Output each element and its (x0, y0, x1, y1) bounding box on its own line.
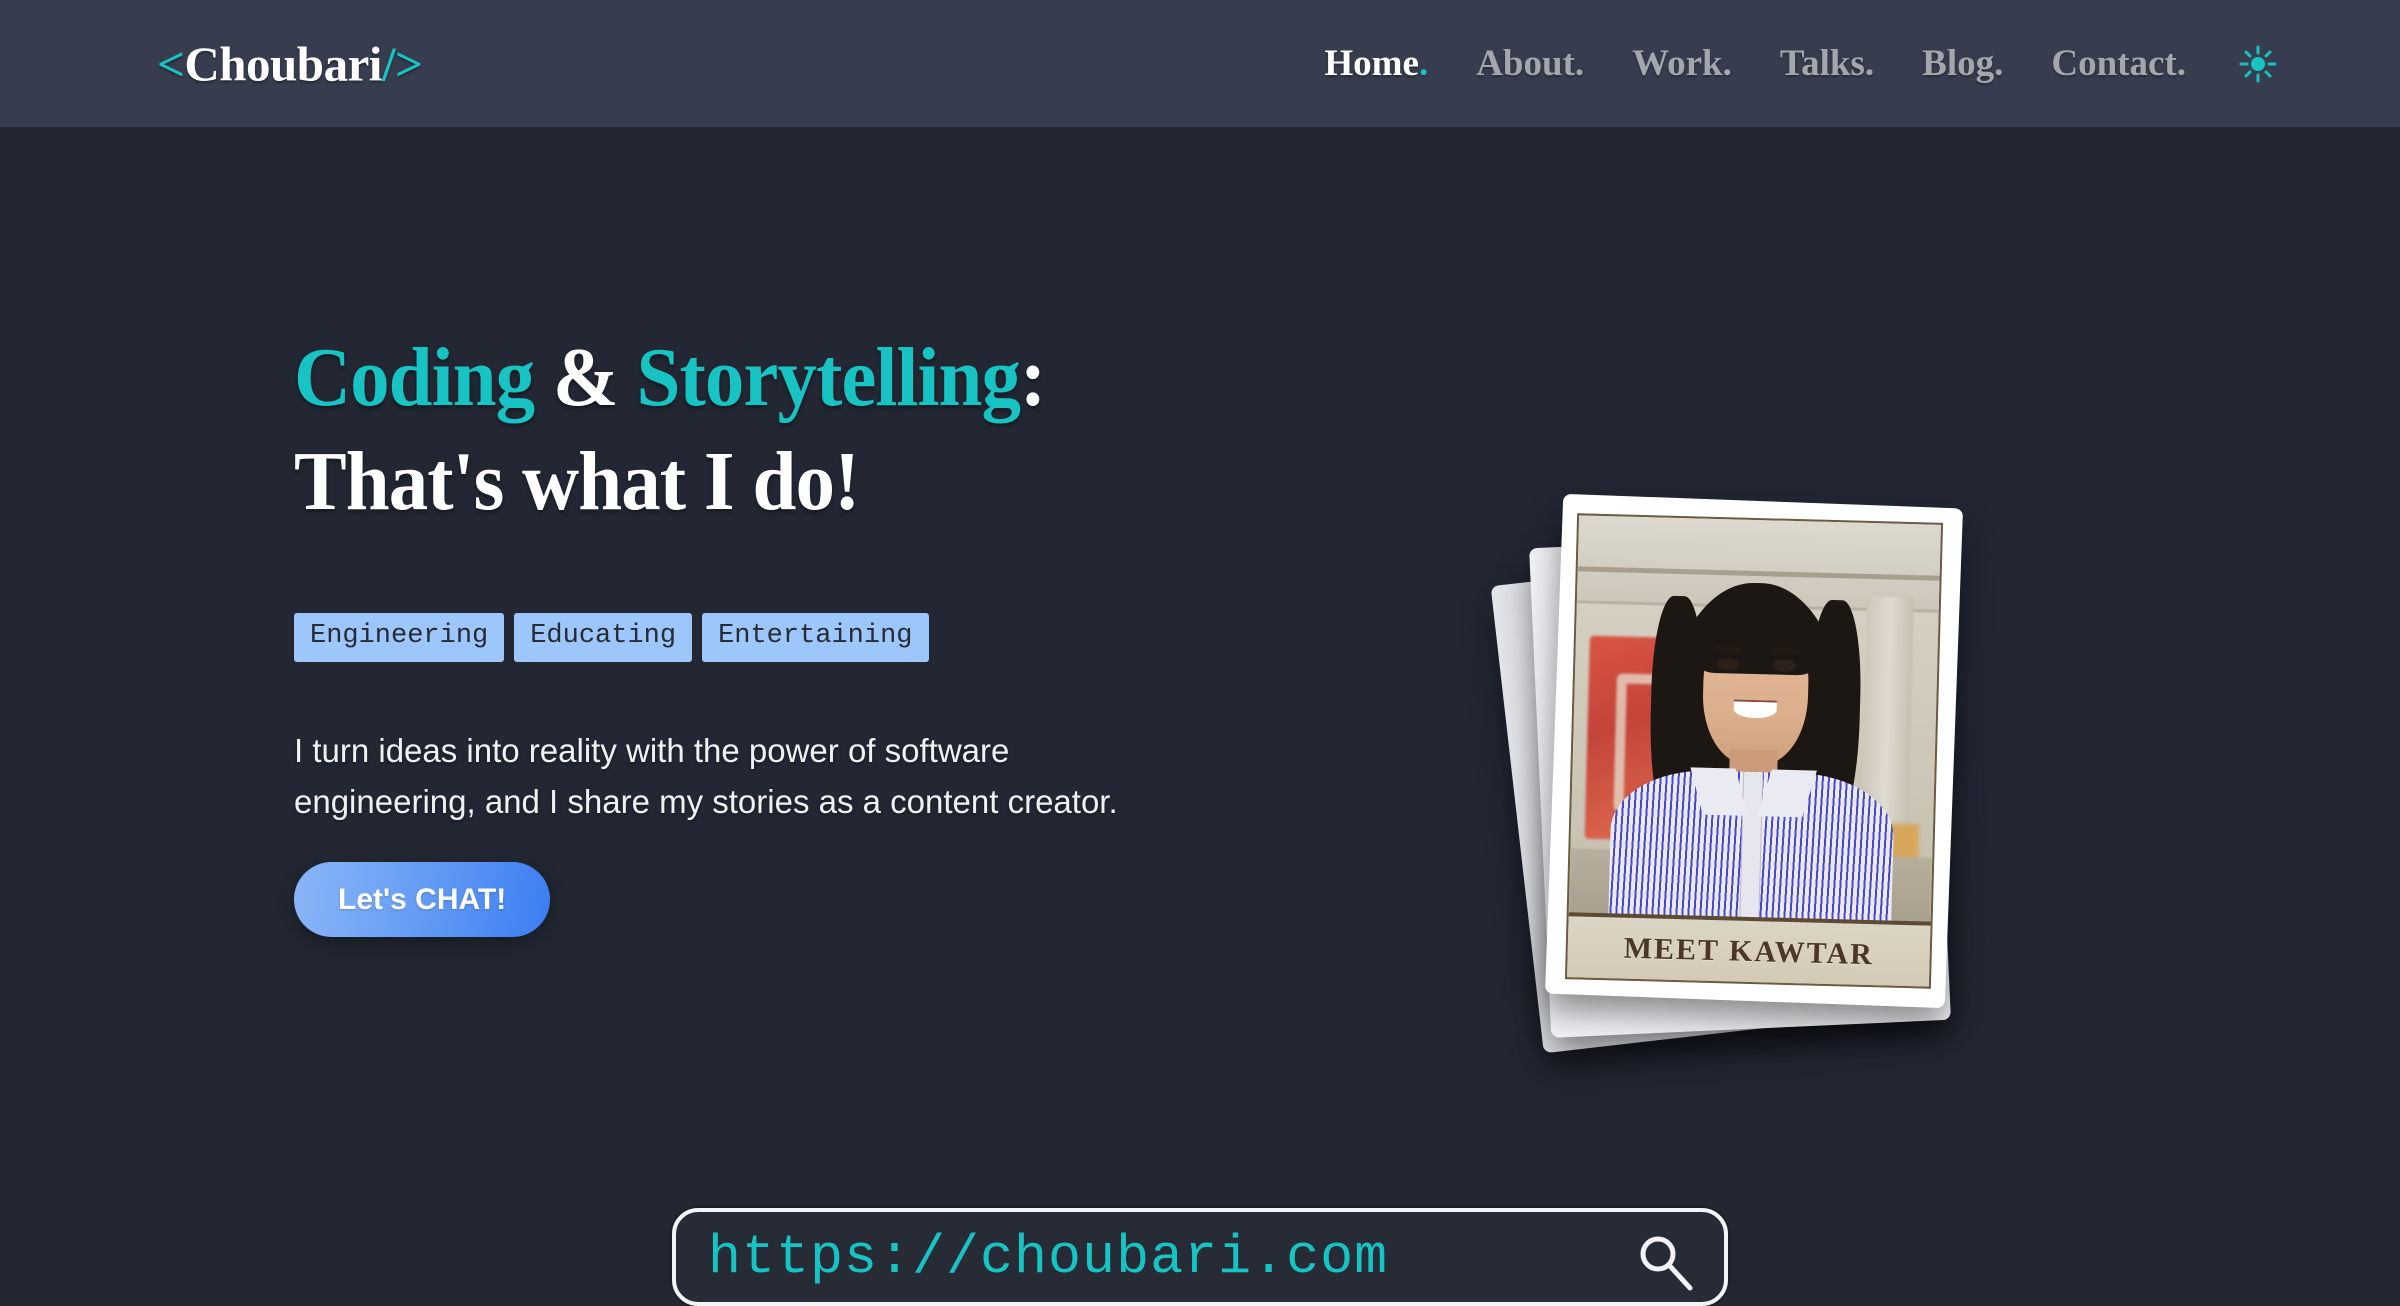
nav-dot-blog: . (1994, 43, 2004, 84)
nav-label-work: Work (1632, 43, 1723, 84)
shirt-collar-left (1690, 767, 1748, 816)
nav-item-talks[interactable]: Talks. (1756, 45, 1898, 82)
photo-caption-text: MEET KAWTAR (1623, 931, 1875, 971)
page-title: Coding & Storytelling: That's what I do! (294, 335, 1234, 524)
nav-item-blog[interactable]: Blog. (1898, 45, 2027, 82)
nav-item-contact[interactable]: Contact. (2027, 45, 2210, 82)
sun-icon[interactable] (2236, 42, 2280, 86)
logo-name: Choubari (184, 36, 382, 91)
lets-chat-button[interactable]: Let's CHAT! (294, 862, 551, 937)
logo-open-bracket: < (157, 36, 185, 91)
brand-logo[interactable]: <Choubari/> (157, 35, 423, 92)
heading-ampersand: & (534, 331, 637, 424)
nav-dot-work: . (1722, 43, 1732, 84)
photo-card-stack[interactable]: MEET KAWTAR (1430, 427, 2050, 1127)
nav-label-home: Home (1324, 43, 1419, 84)
main-navigation: Home. About. Work. Talks. Blog. Contact. (1300, 42, 2280, 86)
nav-dot-talks: . (1864, 43, 1875, 84)
person-figure (1607, 572, 1900, 958)
site-header: <Choubari/> Home. About. Work. Talks. Bl… (0, 0, 2400, 127)
url-search-bar[interactable] (672, 1208, 1728, 1306)
nav-label-talks: Talks (1779, 43, 1865, 84)
hero-description: I turn ideas into reality with the power… (294, 732, 1118, 821)
heading-colon: : (1020, 331, 1046, 424)
nav-item-work[interactable]: Work. (1608, 45, 1756, 82)
tag-chip-engineering[interactable]: Engineering (294, 613, 505, 662)
portrait-photo: MEET KAWTAR (1564, 513, 1944, 989)
nav-item-about[interactable]: About. (1452, 45, 1608, 82)
nav-dot-about: . (1574, 43, 1585, 84)
nav-dot-home: . (1418, 43, 1429, 84)
tag-chip-entertaining[interactable]: Entertaining (702, 613, 929, 662)
nav-label-about: About (1476, 43, 1575, 84)
logo-close-bracket: /> (381, 36, 423, 91)
search-input[interactable] (708, 1225, 1620, 1289)
nav-label-blog: Blog (1922, 43, 1995, 84)
heading-word-coding: Coding (294, 331, 535, 424)
tag-chip-educating[interactable]: Educating (514, 613, 693, 662)
photo-card-front[interactable]: MEET KAWTAR (1544, 493, 1964, 1009)
hero-copy-block: Coding & Storytelling: That's what I do!… (294, 335, 1294, 937)
shirt-collar-right (1756, 769, 1817, 818)
skill-tag-list: Engineering Educating Entertaining (294, 613, 929, 662)
hero-section: Coding & Storytelling: That's what I do!… (0, 127, 2400, 1306)
nav-label-contact: Contact (2051, 43, 2177, 84)
heading-line-two: That's what I do! (294, 434, 860, 528)
search-icon[interactable] (1626, 1224, 1704, 1302)
photo-caption-band: MEET KAWTAR (1567, 912, 1931, 987)
nav-item-home[interactable]: Home. (1300, 45, 1452, 82)
nav-dot-contact: . (2176, 43, 2186, 84)
heading-word-storytelling: Storytelling (636, 331, 1021, 424)
